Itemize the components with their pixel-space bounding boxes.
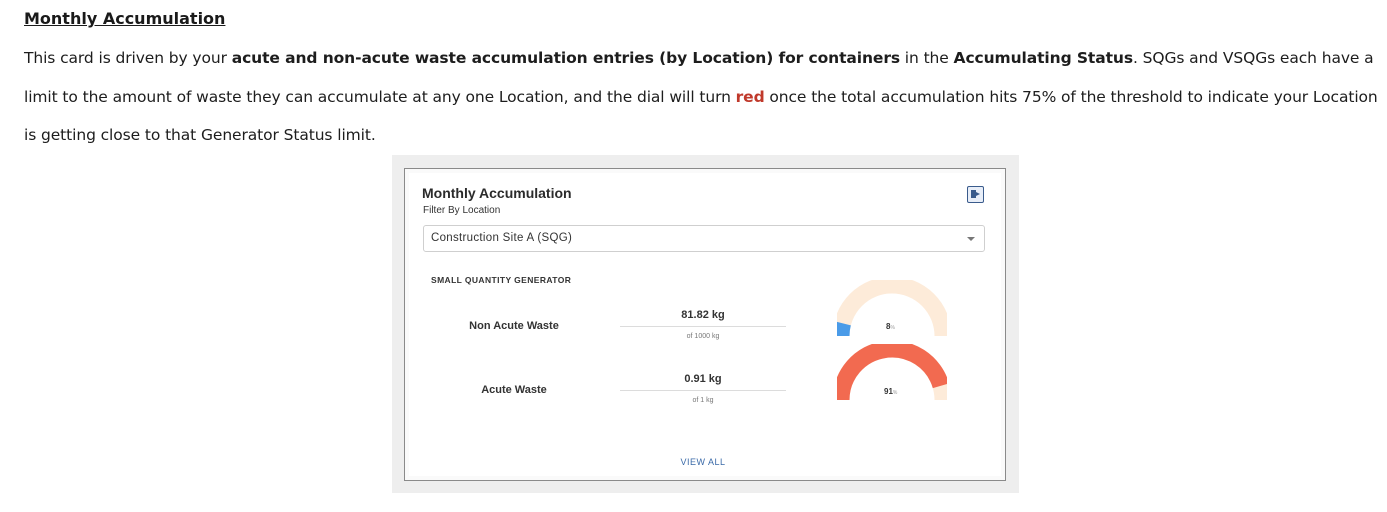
paragraph-bold-text: acute and non-acute waste accumulation e…: [231, 49, 900, 67]
non-acute-limit: of 1000 kg: [686, 333, 720, 340]
non-acute-percent: 8%: [886, 322, 895, 331]
location-select-value: Construction Site A (SQG): [431, 232, 573, 244]
divider: [620, 390, 786, 391]
document-page: Monthly Accumulation This card is driven…: [0, 0, 1387, 512]
gauge-fill: [837, 321, 851, 337]
non-acute-gauge: [837, 280, 947, 337]
paragraph-text: This card is driven by your: [24, 49, 232, 67]
acute-amount: 0.91 kg: [684, 373, 722, 385]
non-acute-waste-label: Non Acute Waste: [469, 320, 559, 332]
chevron-down-icon: [967, 237, 975, 241]
percent-unit: %: [892, 390, 898, 396]
percent-unit: %: [890, 325, 895, 331]
card-title: Monthly Accumulation: [422, 185, 572, 201]
paragraph-text: in the: [899, 49, 954, 67]
acute-percent: 91%: [884, 387, 897, 396]
section-title: Monthly Accumulation: [24, 9, 226, 28]
paragraph-bold-text: Accumulating Status: [953, 49, 1134, 67]
location-select[interactable]: Construction Site A (SQG): [423, 225, 985, 252]
paragraph-red-text: red: [735, 87, 765, 106]
divider: [620, 326, 786, 327]
description-paragraph: This card is driven by your acute and no…: [24, 39, 1387, 155]
generator-status-label: SMALL QUANTITY GENERATOR: [431, 275, 572, 285]
percent-value: 91: [884, 387, 893, 396]
view-all-link[interactable]: VIEW ALL: [663, 457, 743, 467]
filter-label: Filter By Location: [423, 205, 501, 216]
export-icon[interactable]: [967, 186, 984, 203]
acute-waste-label: Acute Waste: [481, 384, 547, 396]
non-acute-amount: 81.82 kg: [681, 309, 725, 321]
acute-limit: of 1 kg: [692, 397, 714, 404]
